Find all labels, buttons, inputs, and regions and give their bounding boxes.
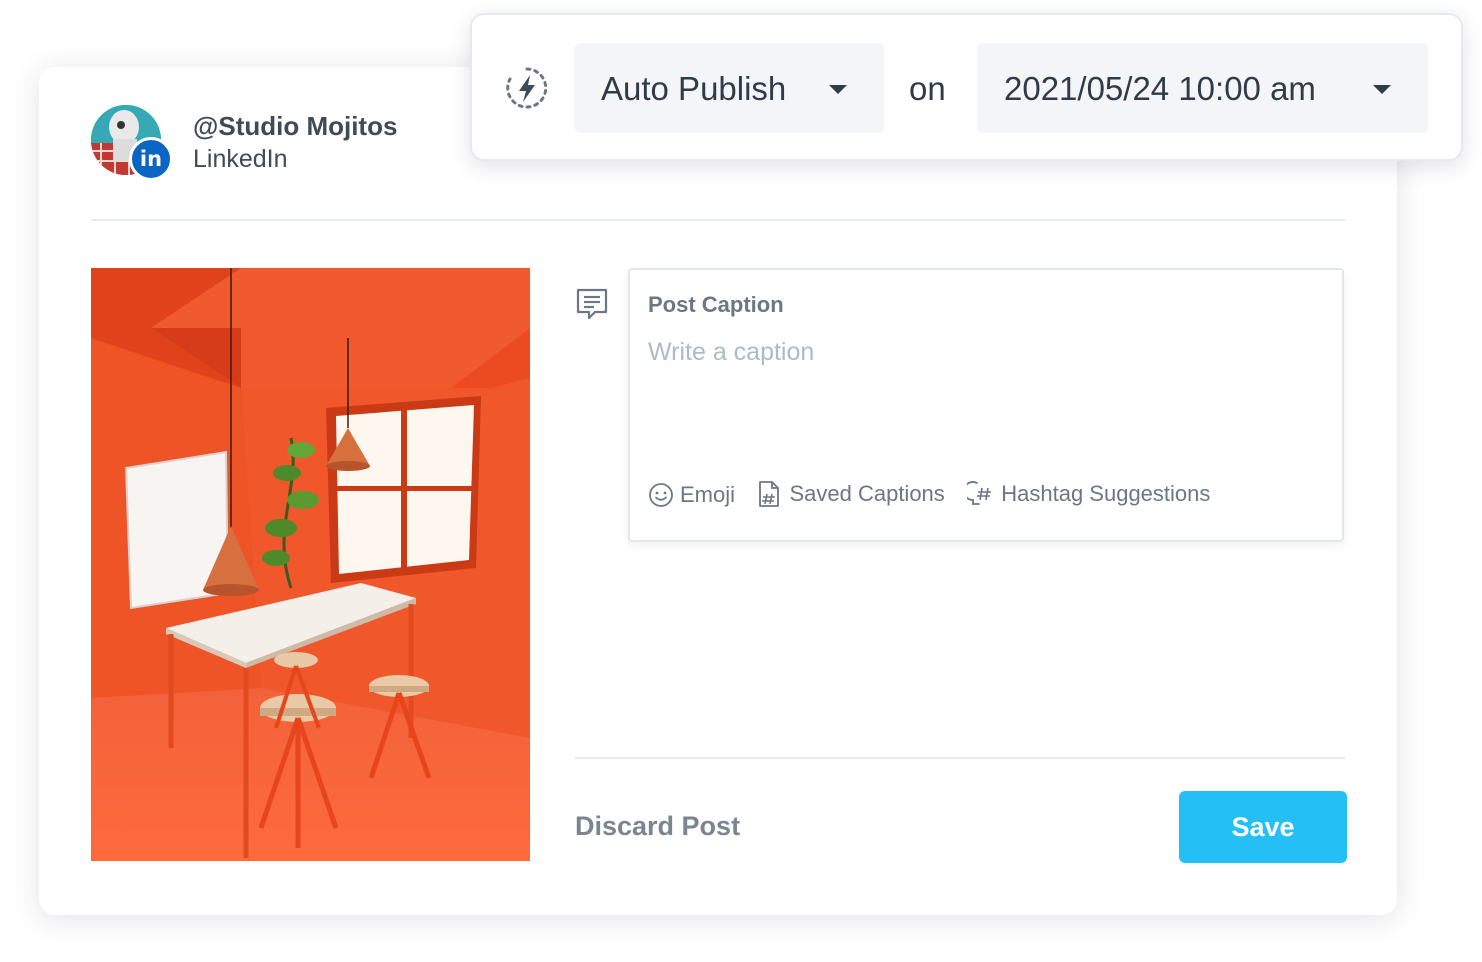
account-network: LinkedIn: [193, 145, 288, 173]
schedule-connector: on: [909, 70, 946, 107]
publish-mode-value: Auto Publish: [601, 70, 787, 107]
post-editor-card: in @Studio Mojitos LinkedIn Post Caption…: [39, 67, 1397, 915]
discard-post-button[interactable]: Discard Post: [575, 811, 740, 842]
schedule-bar: Auto Publish on 2021/05/24 10:00 am: [470, 13, 1463, 161]
saved-captions-icon: [759, 481, 780, 507]
publish-mode-select[interactable]: Auto Publish: [574, 43, 884, 133]
caption-icon: [575, 287, 609, 321]
divider: [575, 757, 1345, 759]
linkedin-icon: in: [129, 137, 173, 181]
divider: [91, 219, 1345, 221]
caption-tools: Emoji Saved Captions Hashtag Suggestions: [648, 478, 1228, 510]
save-button[interactable]: Save: [1179, 791, 1347, 863]
auto-publish-bolt-icon: [504, 65, 550, 111]
post-image[interactable]: [91, 268, 530, 861]
hashtag-bulb-icon: [967, 481, 992, 505]
hashtag-suggestions-button[interactable]: Hashtag Suggestions: [967, 478, 1210, 510]
account-header: in @Studio Mojitos LinkedIn: [91, 105, 491, 185]
saved-captions-button[interactable]: Saved Captions: [757, 478, 945, 510]
emoji-button[interactable]: Emoji: [648, 479, 735, 511]
caption-label: Post Caption: [648, 292, 784, 317]
saved-captions-label: Saved Captions: [789, 481, 945, 506]
emoji-label: Emoji: [680, 482, 736, 507]
emoji-icon: [649, 483, 673, 507]
publish-datetime-value: 2021/05/24 10:00 am: [1004, 70, 1316, 107]
hashtag-suggestions-label: Hashtag Suggestions: [1001, 481, 1211, 506]
caption-input[interactable]: [646, 336, 1310, 369]
caption-editor: Post Caption Emoji Saved Captions: [628, 268, 1344, 542]
chevron-down-icon: [1373, 85, 1391, 94]
chevron-down-icon: [829, 85, 847, 94]
account-handle: @Studio Mojitos: [193, 111, 398, 141]
publish-datetime-select[interactable]: 2021/05/24 10:00 am: [977, 43, 1428, 133]
